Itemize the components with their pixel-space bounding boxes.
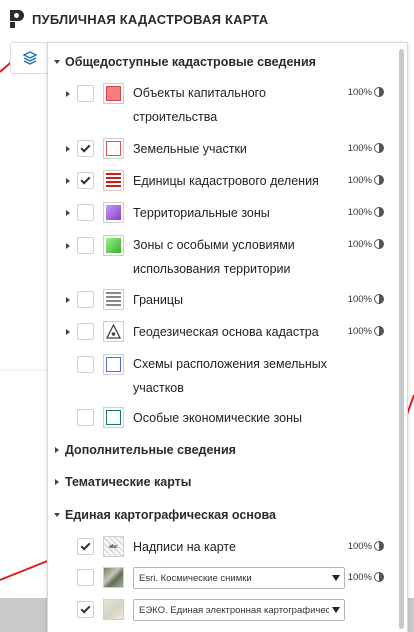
dropdown-arrow-icon [332, 607, 340, 613]
basemap-select-eeko[interactable]: ЕЭКО. Единая электронная картографическа… [133, 599, 345, 621]
layer-row: Территориальные зоны 100% [48, 201, 400, 225]
expand-arrow-icon[interactable] [66, 297, 70, 303]
layer-checkbox[interactable] [77, 291, 94, 308]
sez-swatch-icon [103, 407, 124, 428]
borders-swatch-icon [103, 289, 124, 310]
section-additional[interactable]: Дополнительные сведения [54, 440, 236, 460]
layer-row: Земельные участки 100% [48, 137, 400, 161]
opacity-value: 100% [347, 294, 372, 305]
layer-checkbox[interactable] [77, 140, 94, 157]
basemap-row: abc Надписи на карте 100% [48, 535, 400, 559]
layer-checkbox[interactable] [77, 204, 94, 221]
section-label: Дополнительные сведения [65, 443, 236, 457]
opacity-icon[interactable] [374, 294, 384, 304]
expand-arrow-icon[interactable] [66, 146, 70, 152]
layer-checkbox[interactable] [77, 323, 94, 340]
layer-row: Зоны с особыми условиями использования т… [48, 233, 400, 281]
layers-tab-button[interactable] [10, 42, 48, 74]
opacity-value: 100% [347, 143, 372, 154]
section-thematic[interactable]: Тематические карты [54, 472, 191, 492]
section-label: Тематические карты [65, 475, 192, 489]
basemap-checkbox[interactable] [77, 569, 94, 586]
layer-label: Объекты капитального строительства [133, 86, 266, 124]
layout-schemes-swatch-icon [103, 354, 124, 375]
section-public-cadastral[interactable]: Общедоступные кадастровые сведения [54, 52, 316, 72]
layer-row: Геодезическая основа кадастра 100% [48, 320, 400, 344]
opacity-icon[interactable] [374, 143, 384, 153]
expanded-arrow-icon [54, 60, 60, 64]
basemap-select-esri[interactable]: Esri. Космические снимки [133, 567, 345, 589]
expand-arrow-icon[interactable] [66, 329, 70, 335]
layer-checkbox[interactable] [77, 237, 94, 254]
parcel-swatch-icon [103, 138, 124, 159]
opacity-value: 100% [347, 175, 372, 186]
special-zones-swatch-icon [103, 235, 124, 256]
layer-label: Особые экономические зоны [133, 411, 303, 425]
layer-row: Границы 100% [48, 288, 400, 312]
layer-label: Территориальные зоны [133, 206, 270, 220]
territorial-zones-swatch-icon [103, 202, 124, 223]
section-basemap[interactable]: Единая картографическая основа [54, 505, 276, 525]
opacity-icon[interactable] [374, 175, 384, 185]
section-label: Единая картографическая основа [65, 508, 276, 522]
rosreestr-logo-icon [10, 10, 24, 28]
expand-arrow-icon[interactable] [66, 178, 70, 184]
opacity-value: 100% [347, 326, 372, 337]
basemap-checkbox[interactable] [77, 601, 94, 618]
opacity-value: 100% [347, 207, 372, 218]
collapsed-arrow-icon [55, 447, 59, 453]
layer-checkbox[interactable] [77, 409, 94, 426]
satellite-thumbnail-icon [103, 567, 124, 588]
expand-arrow-icon[interactable] [66, 210, 70, 216]
section-label: Общедоступные кадастровые сведения [65, 55, 316, 69]
basemap-row: ЕЭКО. Единая электронная картографическа… [48, 598, 400, 622]
layers-icon [21, 51, 38, 65]
select-value: Esri. Космические снимки [139, 572, 252, 584]
expand-arrow-icon[interactable] [66, 243, 70, 249]
layer-label: Зоны с особыми условиями использования т… [133, 238, 295, 276]
opacity-value: 100% [347, 541, 372, 552]
layer-label: Земельные участки [133, 142, 247, 156]
opacity-icon[interactable] [374, 572, 384, 582]
layer-row: Схемы расположения земельных участков [48, 352, 400, 400]
page-title: ПУБЛИЧНАЯ КАДАСТРОВАЯ КАРТА [32, 11, 269, 27]
oks-swatch-icon [103, 83, 124, 104]
opacity-icon[interactable] [374, 326, 384, 336]
opacity-icon[interactable] [374, 87, 384, 97]
geodesy-triangle-icon [103, 321, 124, 342]
layer-checkbox[interactable] [77, 172, 94, 189]
layer-label: Единицы кадастрового деления [133, 174, 319, 188]
layer-label: Геодезическая основа кадастра [133, 325, 319, 339]
basemap-label: Надписи на карте [133, 540, 236, 554]
expanded-arrow-icon [54, 513, 60, 517]
layer-row: Единицы кадастрового деления 100% [48, 169, 400, 193]
opacity-icon[interactable] [374, 239, 384, 249]
opacity-icon[interactable] [374, 541, 384, 551]
app-header: ПУБЛИЧНАЯ КАДАСТРОВАЯ КАРТА [0, 0, 414, 38]
layers-panel: Общедоступные кадастровые сведения Объек… [47, 42, 408, 632]
opacity-value: 100% [347, 239, 372, 250]
basemap-row: Esri. Космические снимки 100% [48, 566, 400, 590]
layer-checkbox[interactable] [77, 85, 94, 102]
opacity-value: 100% [347, 87, 372, 98]
layer-label: Схемы расположения земельных участков [133, 357, 328, 395]
dropdown-arrow-icon [332, 575, 340, 581]
layer-label: Границы [133, 293, 183, 307]
eeko-thumbnail-icon [103, 599, 124, 620]
select-value: ЕЭКО. Единая электронная картографическа… [139, 604, 329, 616]
collapsed-arrow-icon [55, 479, 59, 485]
kad-division-swatch-icon [103, 170, 124, 191]
basemap-checkbox[interactable] [77, 538, 94, 555]
opacity-icon[interactable] [374, 207, 384, 217]
opacity-value: 100% [347, 572, 372, 583]
expand-arrow-icon[interactable] [66, 91, 70, 97]
layer-row: Особые экономические зоны [48, 406, 400, 430]
layer-checkbox[interactable] [77, 356, 94, 373]
map-labels-thumbnail-icon: abc [103, 536, 124, 557]
layer-row: Объекты капитального строительства 100% [48, 81, 400, 129]
